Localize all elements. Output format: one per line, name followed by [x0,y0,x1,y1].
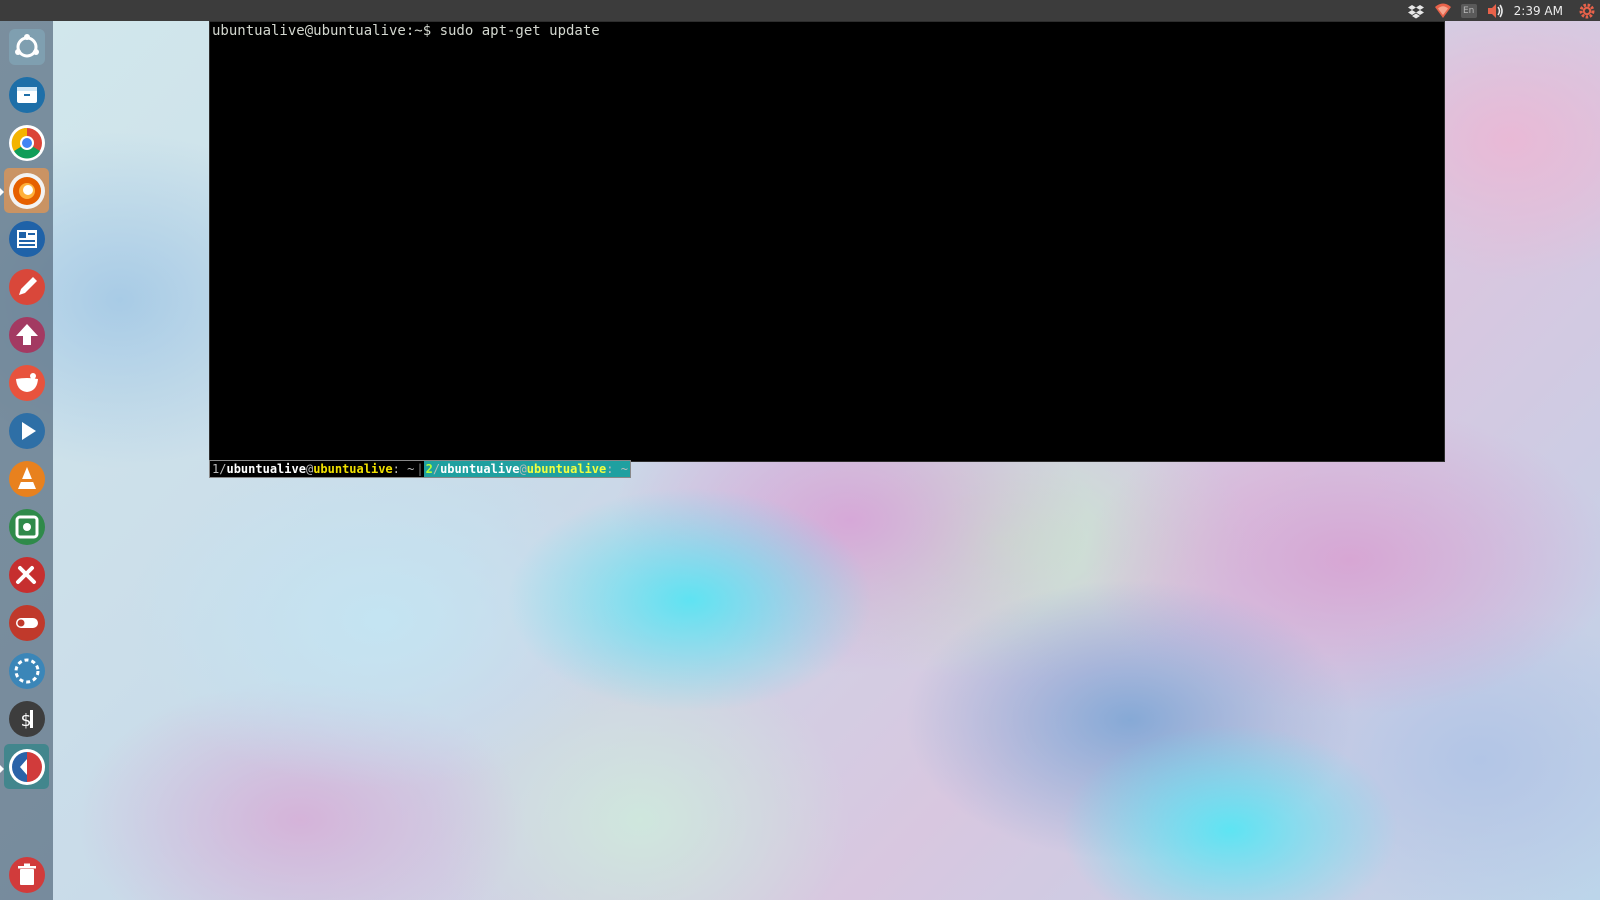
text-editor-icon[interactable] [4,264,49,309]
wifi-icon[interactable] [1434,2,1452,20]
tmux-window-2[interactable]: 2/ubuntualive @ ubuntualive: ~ [423,461,630,477]
tmux-window-1-user: ubuntualive [226,462,306,476]
disks-icon[interactable] [4,648,49,693]
tmux-window-1[interactable]: 1/ubuntualive @ ubuntualive: ~ [210,461,416,477]
session-gear-icon[interactable] [1578,2,1596,20]
gimp-icon[interactable] [4,360,49,405]
software-updater-icon[interactable] [4,744,49,789]
tmux-divider: | [416,462,424,476]
chrome-icon[interactable] [4,120,49,165]
tmux-window-1-at: @ [305,462,314,476]
tmux-window-2-at: @ [519,462,527,476]
tmux-window-2-user: ubuntualive [440,462,520,476]
system-tools-icon[interactable] [4,552,49,597]
tmux-window-1-host: ubuntualive [313,462,393,476]
tmux-window-2-path: : ~ [606,462,628,476]
terminal-command-line: ubuntualive@ubuntualive:~$ sudo apt-get … [212,23,600,39]
tmux-window-2-number: 2 [425,462,433,476]
volume-icon[interactable] [1486,2,1504,20]
firefox-icon[interactable] [4,168,49,213]
media-player-icon[interactable] [4,408,49,453]
toggle-app-icon[interactable] [4,600,49,645]
terminal-icon[interactable]: $ [4,696,49,741]
terminal-window[interactable]: ubuntualive@ubuntualive:~$ sudo apt-get … [209,21,1445,462]
dash-home-icon[interactable] [4,24,49,69]
tmux-window-2-host: ubuntualive [526,462,607,476]
screenshot-icon[interactable] [4,504,49,549]
tmux-window-1-path: : ~ [392,462,415,476]
svg-text:$: $ [20,711,31,731]
writer-icon[interactable] [4,216,49,261]
tmux-window-1-number: 1 [212,462,220,476]
clock[interactable]: 2:39 AM [1514,4,1563,18]
vlc-icon[interactable] [4,456,49,501]
files-icon[interactable] [4,72,49,117]
inkscape-icon[interactable] [4,312,49,357]
keyboard-layout-indicator[interactable]: En [1460,3,1477,18]
trash-icon[interactable] [4,852,49,897]
dropbox-icon[interactable] [1407,2,1425,20]
tmux-status-bar: 1/ubuntualive @ ubuntualive: ~ | 2/ubuntua… [209,460,631,478]
launcher: $ [0,21,53,900]
top-panel: En 2:39 AM [0,0,1600,21]
